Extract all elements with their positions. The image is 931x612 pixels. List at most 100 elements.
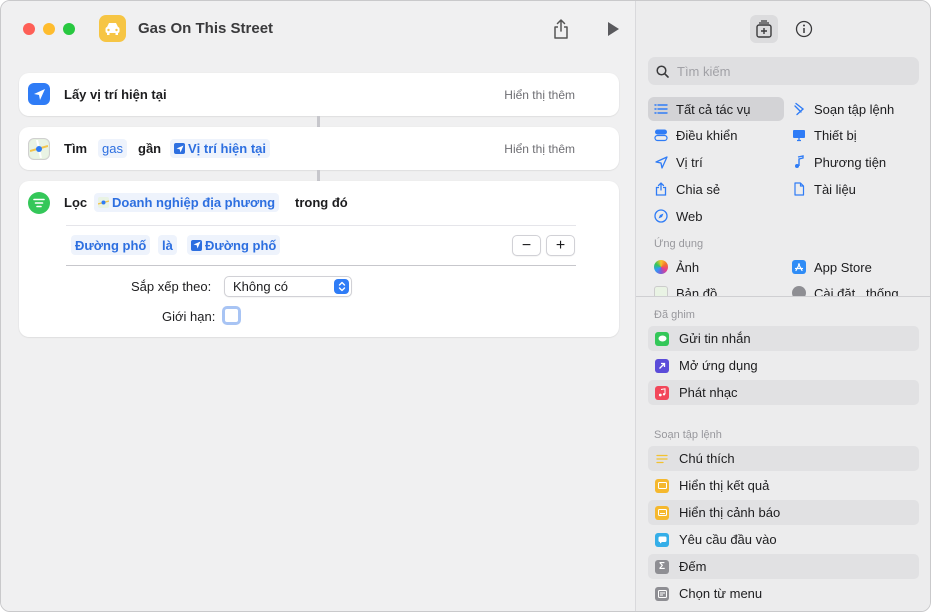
scripting-icon (792, 102, 806, 116)
divider (636, 296, 930, 297)
app-app-store[interactable]: App Store (786, 255, 872, 279)
chevron-up-down-icon (334, 279, 349, 294)
run-button[interactable] (603, 19, 623, 39)
apps-section: Ứng dụng Ảnh App Store Bản đồ Cài đặt...… (636, 237, 930, 297)
action-library-button[interactable] (750, 15, 778, 43)
location-arrow-icon (654, 155, 668, 169)
category-device[interactable]: Thiết bị (786, 123, 857, 147)
action-label: Gửi tin nhắn (679, 331, 751, 346)
limit-label: Giới hạn: (162, 309, 216, 324)
sort-by-popup[interactable]: Không có (224, 276, 352, 297)
sort-by-value: Không có (233, 279, 288, 294)
action-label: Phát nhạc (679, 385, 738, 400)
category-label: Thiết bị (814, 127, 857, 143)
pinned-header: Đã ghim (654, 309, 695, 321)
music-note-icon (792, 155, 806, 169)
action-send-message[interactable]: Gửi tin nhắn (648, 326, 919, 351)
sigma-icon: Σ (655, 559, 669, 574)
library-add-icon (756, 20, 772, 38)
action-play-music[interactable]: Phát nhạc (648, 380, 919, 405)
action-label: Chọn từ menu (679, 586, 763, 601)
app-store-icon (792, 260, 806, 274)
local-business-token[interactable]: Doanh nghiệp địa phương (94, 193, 280, 212)
search-input[interactable]: Tìm kiếm (648, 57, 919, 85)
action-connector (317, 170, 320, 181)
where-label: trong đó (295, 195, 348, 210)
compass-icon (654, 209, 668, 223)
remove-condition-button[interactable]: − (512, 235, 541, 256)
shortcut-icon[interactable] (99, 15, 126, 42)
arrow-up-right-icon (655, 358, 669, 373)
limit-checkbox[interactable] (222, 306, 241, 325)
action-connector (317, 116, 320, 127)
category-label: Soạn tập lệnh (814, 101, 895, 117)
divider (66, 265, 576, 266)
find-label: Tìm (64, 141, 88, 156)
show-more-link[interactable]: Hiển thị thêm (504, 88, 575, 102)
action-show-alert[interactable]: Hiển thị cảnh báo (648, 500, 919, 525)
action-label: Đếm (679, 559, 707, 574)
action-choose-from-menu[interactable]: Chọn từ menu (648, 581, 919, 606)
condition-operator-token[interactable]: là (158, 235, 177, 255)
category-web[interactable]: Web (648, 204, 703, 228)
titlebar: Gas On This Street (1, 1, 635, 57)
zoom-window-button[interactable] (63, 23, 75, 35)
category-label: Vị trí (676, 154, 703, 170)
details-button[interactable] (790, 15, 818, 43)
condition-property-token[interactable]: Đường phố (71, 235, 151, 255)
action-ask-for-input[interactable]: Yêu cầu đầu vào (648, 527, 919, 552)
action-label: Hiển thị cảnh báo (679, 505, 781, 520)
action-filter[interactable]: Lọc Doanh nghiệp địa phương trong đó Đườ… (19, 181, 619, 337)
category-all-actions[interactable]: Tất cả tác vụ (648, 97, 784, 121)
category-location[interactable]: Vị trí (648, 150, 703, 174)
category-label: Phương tiện (814, 154, 887, 170)
music-note-icon (655, 385, 669, 400)
category-sharing[interactable]: Chia sẻ (648, 177, 720, 201)
shortcut-editor: Gas On This Street Lấy vị trí hiện tại H… (1, 1, 635, 611)
condition-value-token[interactable]: Đường phố (187, 235, 281, 255)
category-documents[interactable]: Tài liệu (786, 177, 856, 201)
info-icon (795, 20, 813, 38)
search-icon (656, 64, 669, 78)
token-label: Doanh nghiệp địa phương (112, 195, 276, 210)
close-window-button[interactable] (23, 23, 35, 35)
action-label: Chú thích (679, 451, 735, 466)
location-arrow-icon (191, 239, 202, 251)
current-location-token[interactable]: Vị trí hiện tại (170, 139, 271, 158)
action-title: Lấy vị trí hiện tại (64, 87, 167, 102)
input-bubble-icon (655, 532, 669, 547)
category-scripting[interactable]: Soạn tập lệnh (786, 97, 894, 121)
action-label: Mở ứng dụng (679, 358, 758, 373)
location-arrow-icon (28, 83, 50, 105)
photos-app-icon (654, 260, 668, 274)
action-count[interactable]: Σ Đếm (648, 554, 919, 579)
token-label: Đường phố (205, 237, 277, 253)
shortcuts-window: Gas On This Street Lấy vị trí hiện tại H… (0, 0, 931, 612)
car-icon (105, 23, 120, 35)
app-system-settings[interactable]: Cài đặt...thống (786, 281, 899, 297)
category-controls[interactable]: Điều khiển (648, 123, 737, 147)
category-label: Tài liệu (814, 181, 856, 197)
action-find-places[interactable]: Tìm gas gần Vị trí hiện tại Hiển thị thê… (19, 127, 619, 170)
action-label: Yêu cầu đầu vào (679, 532, 777, 547)
display-icon (792, 128, 806, 142)
show-more-link[interactable]: Hiển thị thêm (504, 142, 575, 156)
divider (66, 225, 576, 226)
maps-app-icon (28, 138, 50, 160)
sort-by-label: Sắp xếp theo: (131, 279, 212, 294)
search-placeholder: Tìm kiếm (677, 63, 731, 79)
app-maps[interactable]: Bản đồ (648, 281, 717, 297)
window-title: Gas On This Street (138, 20, 274, 37)
category-media[interactable]: Phương tiện (786, 150, 886, 174)
action-comment[interactable]: Chú thích (648, 446, 919, 471)
action-show-result[interactable]: Hiển thị kết quả (648, 473, 919, 498)
share-button[interactable] (550, 17, 572, 41)
apps-header: Ứng dụng (654, 238, 704, 250)
action-open-app[interactable]: Mở ứng dụng (648, 353, 919, 378)
minimize-window-button[interactable] (43, 23, 55, 35)
action-get-current-location[interactable]: Lấy vị trí hiện tại Hiển thị thêm (19, 73, 619, 116)
app-photos[interactable]: Ảnh (648, 255, 699, 279)
add-condition-button[interactable]: + (546, 235, 575, 256)
search-query-token[interactable]: gas (98, 139, 127, 158)
category-label: Web (676, 208, 703, 224)
